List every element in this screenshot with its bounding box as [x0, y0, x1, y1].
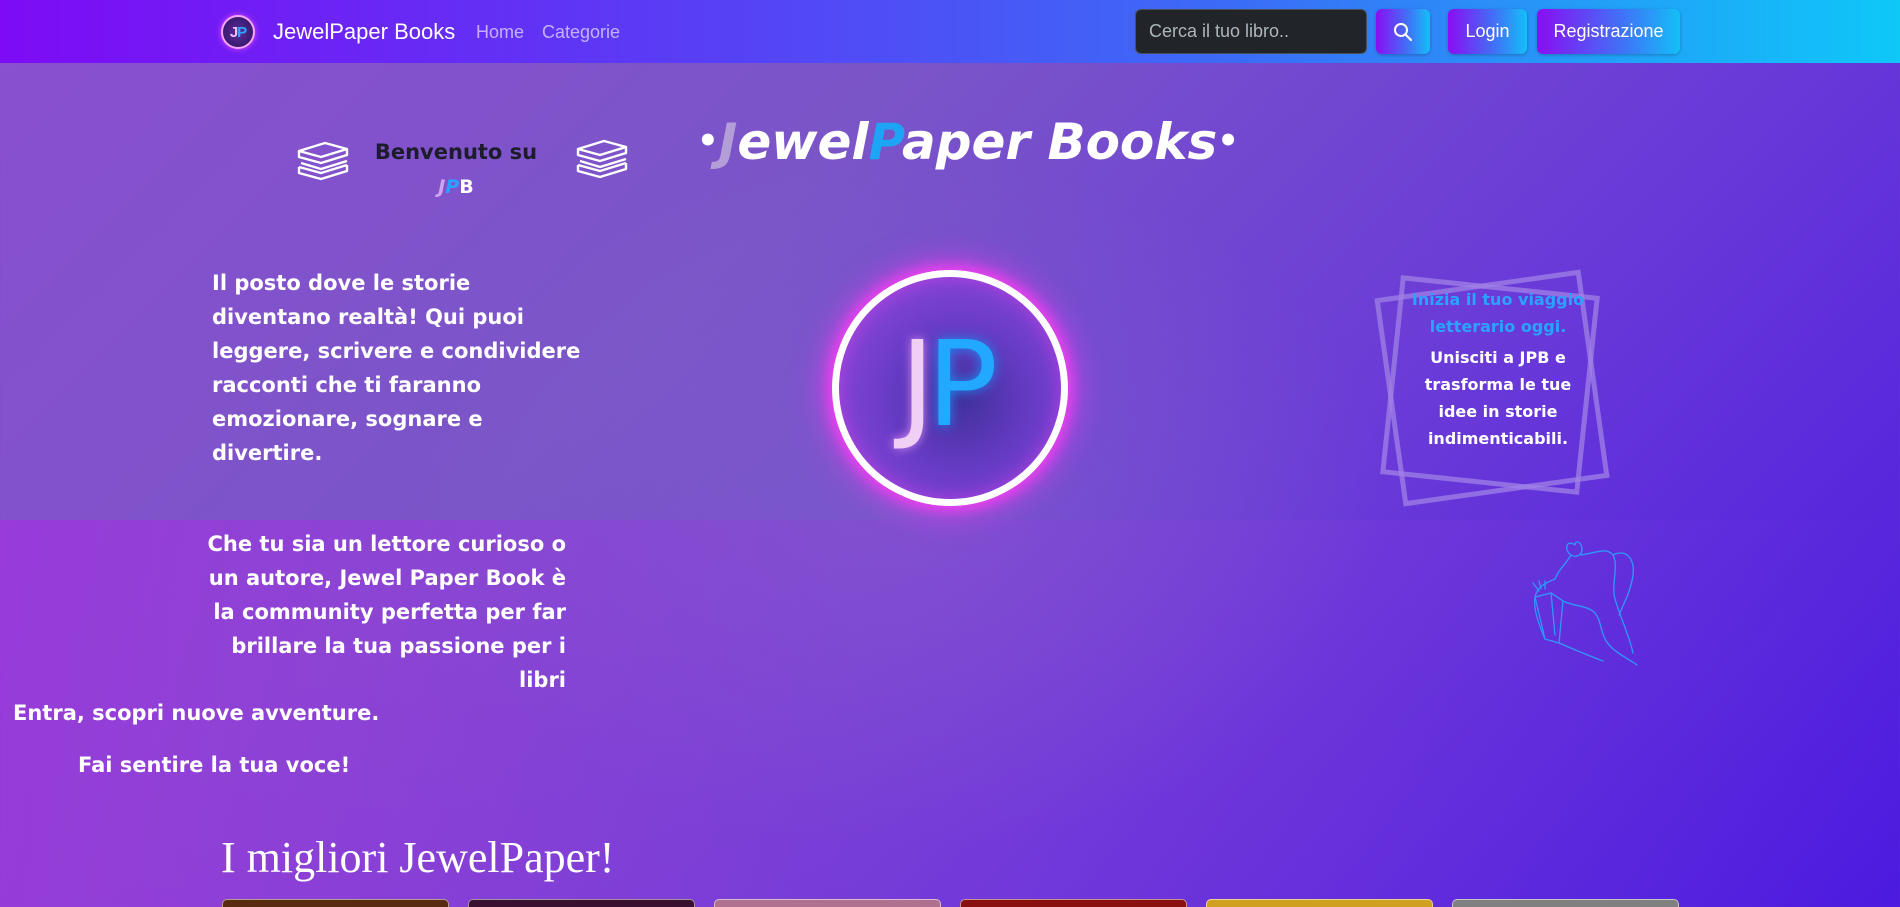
- welcome-jpb-p: P: [445, 176, 460, 198]
- book-thumbnail[interactable]: [222, 899, 449, 907]
- tagline-voice: Fai sentire la tua voce!: [78, 753, 351, 777]
- title-aper: aper Books: [901, 113, 1218, 171]
- book-thumbnail[interactable]: [960, 899, 1187, 907]
- register-button[interactable]: Registrazione: [1537, 9, 1680, 54]
- reading-person-illustration: [1532, 541, 1638, 666]
- search-input[interactable]: Cerca il tuo libro..: [1135, 9, 1367, 54]
- navbar: JP JewelPaper Books Home Categorie Cerca…: [0, 0, 1900, 63]
- welcome-jpb: JPB: [360, 170, 552, 205]
- nav-categorie[interactable]: Categorie: [542, 22, 620, 43]
- search-button[interactable]: [1376, 9, 1430, 54]
- book-thumbnail[interactable]: [1452, 899, 1679, 907]
- brand-logo-p: P: [237, 23, 247, 41]
- community-paragraph: Che tu sia un lettore curioso o un autor…: [207, 532, 566, 692]
- title-p: P: [868, 113, 902, 171]
- books-icon: [297, 141, 349, 181]
- login-button[interactable]: Login: [1448, 9, 1527, 54]
- hero-title: •JewelPaper Books•: [697, 113, 1239, 171]
- brand-logo[interactable]: JP: [221, 15, 255, 49]
- jp-logo-letters: JP: [900, 325, 998, 443]
- best-books-title: I migliori JewelPaper!: [221, 833, 615, 882]
- title-dot-left: •: [697, 121, 719, 161]
- book-thumbnail[interactable]: [1206, 899, 1433, 907]
- brand-logo-j: J: [229, 23, 238, 41]
- books-icon: [576, 139, 628, 179]
- jp-logo: JP: [832, 270, 1068, 506]
- title-dot-right: •: [1217, 121, 1240, 161]
- intro-paragraph: Il posto dove le storie diventano realtà…: [212, 271, 581, 465]
- nav-home[interactable]: Home: [476, 22, 524, 43]
- tagline-adventure: Entra, scopri nuove avventure.: [13, 701, 380, 725]
- brand-name[interactable]: JewelPaper Books: [273, 19, 455, 45]
- callout-body: Unisciti a JPB e trasforma le tue idee i…: [1424, 348, 1572, 448]
- search-placeholder: Cerca il tuo libro..: [1149, 21, 1290, 41]
- title-j: J: [718, 113, 738, 171]
- book-thumbnail[interactable]: [468, 899, 695, 907]
- book-thumbnails: [222, 899, 1682, 907]
- search-icon: [1394, 22, 1413, 41]
- callout-box: Inizia il tuo viaggio letterario oggi. U…: [1408, 286, 1588, 452]
- welcome-heading: Benvenuto su: [374, 140, 538, 164]
- title-ewel: ewel: [737, 113, 869, 171]
- jp-logo-j: J: [900, 315, 935, 453]
- welcome-jpb-b: B: [459, 176, 474, 198]
- welcome-box: Benvenuto su JPB: [360, 135, 552, 205]
- jp-logo-p: P: [926, 315, 998, 453]
- book-thumbnail[interactable]: [714, 899, 941, 907]
- callout-heading: Inizia il tuo viaggio letterario oggi.: [1411, 290, 1585, 336]
